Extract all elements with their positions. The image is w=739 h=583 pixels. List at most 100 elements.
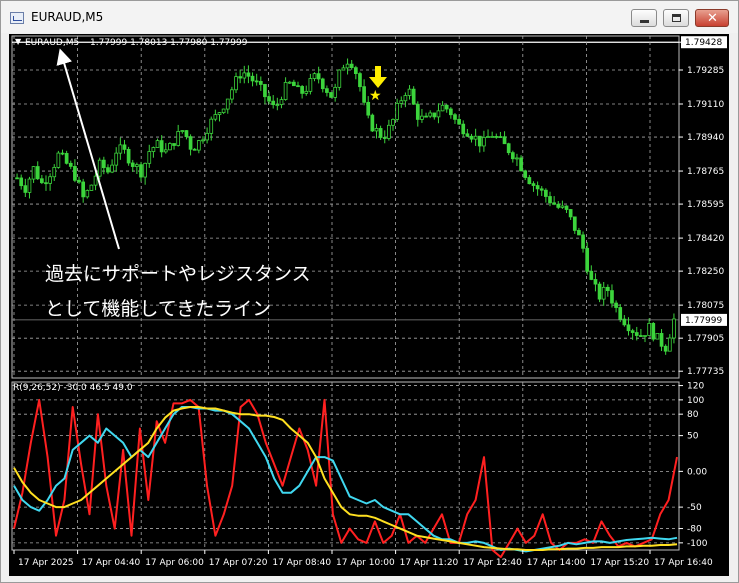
time-tick-label: 17 Apr 14:00: [527, 558, 586, 568]
candle-body: [539, 188, 544, 191]
candle-body: [77, 179, 81, 183]
candle-body: [639, 335, 643, 337]
window-title: EURAUD,M5: [31, 10, 104, 24]
candle-body: [287, 81, 292, 84]
candle-body: [225, 98, 230, 110]
candle-body: [254, 80, 259, 83]
candle-body: [374, 128, 379, 132]
candle-body: [577, 230, 581, 236]
candle-body: [407, 88, 412, 96]
candle-body: [548, 196, 552, 204]
candle-body: [535, 185, 540, 190]
candle-body: [370, 114, 375, 132]
chart-svg: 1.79428 1.79285 1.79110 1.78940 1.78765 1.785…: [11, 35, 727, 568]
maximize-button[interactable]: [663, 9, 689, 27]
resistance-price-label: 1.79428: [685, 38, 722, 48]
oscillator-pane-frame: [11, 381, 680, 551]
time-tick-label: 17 Apr 08:40: [272, 558, 331, 568]
candle-body: [391, 119, 395, 126]
candle-body: [188, 136, 193, 150]
price-tick-label: 1.77905: [687, 334, 724, 344]
annotation-text-line2: として機能してきたライン: [45, 298, 271, 320]
candle-body: [230, 89, 234, 100]
candle-body: [19, 177, 24, 187]
candle-body: [304, 90, 309, 94]
candle-body: [510, 152, 515, 160]
candle-body: [502, 136, 507, 145]
candle-body: [279, 99, 284, 106]
candle-body: [130, 162, 135, 167]
price-axis: 1.79428 1.79285 1.79110 1.78940 1.78765 1.785…: [679, 36, 727, 549]
candle-body: [35, 166, 40, 180]
candle-body: [440, 104, 445, 112]
candle-body: [143, 162, 147, 178]
candle-body: [494, 136, 499, 138]
candle-body: [601, 286, 606, 300]
price-tick-label: 1.78765: [687, 167, 724, 177]
oscillator-series-0: [13, 398, 678, 559]
candle-body: [258, 81, 263, 85]
oscillator-tick-label: 80: [687, 410, 699, 420]
candle-body: [618, 307, 623, 320]
candle-body: [68, 162, 73, 167]
candle-body: [263, 84, 267, 98]
candle-body: [444, 104, 449, 110]
close-button[interactable]: ✕: [695, 9, 729, 27]
candle-body: [23, 185, 28, 193]
candle-body: [48, 176, 52, 184]
candle-body: [399, 100, 404, 104]
candle-body: [126, 148, 131, 164]
candle-body: [663, 345, 668, 352]
candle-body: [626, 324, 631, 332]
candle-body: [424, 115, 428, 118]
candle-body: [515, 157, 519, 160]
candle-body: [238, 76, 242, 79]
candle-body: [630, 330, 635, 333]
candle-body: [453, 114, 457, 120]
candle-body: [56, 152, 61, 168]
candle-body: [97, 159, 102, 177]
candle-body: [325, 88, 329, 93]
candle-body: [250, 75, 255, 82]
time-tick-label: 17 Apr 15:20: [590, 558, 649, 568]
candle-body: [498, 136, 503, 138]
candle-body: [85, 190, 90, 198]
candle-body: [353, 67, 358, 75]
price-tick-label: 1.77735: [687, 367, 724, 377]
arrow-down-icon: [369, 66, 387, 88]
candle-body: [40, 178, 44, 184]
candle-body: [552, 202, 556, 205]
candle-body: [655, 333, 660, 340]
candle-body: [568, 209, 573, 218]
candle-body: [168, 143, 172, 151]
price-tick-label: 1.78595: [687, 200, 724, 210]
candle-body: [643, 335, 647, 337]
oscillator-tick-label: -100: [687, 539, 708, 549]
oscillator-tick-label: -80: [687, 525, 702, 535]
candle-body: [139, 164, 143, 178]
candle-body: [482, 136, 486, 147]
time-tick-label: 17 Apr 12:40: [463, 558, 522, 568]
title-bar[interactable]: EURAUD,M5 ✕: [1, 1, 738, 33]
oscillator-tick-label: 0.00: [687, 467, 707, 477]
chart-area[interactable]: 1.79428 1.79285 1.79110 1.78940 1.78765 1.785…: [9, 34, 729, 576]
candle-body: [349, 63, 354, 69]
minimize-button[interactable]: [631, 9, 657, 27]
candle-body: [465, 133, 470, 137]
price-tick-label: 1.78940: [687, 133, 724, 143]
candle-body: [147, 151, 152, 164]
collapse-arrow-icon[interactable]: ▼: [15, 37, 22, 46]
candle-body: [469, 135, 474, 140]
candle-body: [362, 86, 366, 103]
oscillator-lines: [13, 398, 678, 559]
candle-body: [341, 67, 346, 71]
candle-body: [659, 333, 664, 347]
star-marker: ★: [369, 88, 382, 104]
close-icon: ✕: [707, 11, 718, 26]
candle-body: [242, 72, 247, 79]
candle-body: [593, 279, 598, 285]
candle-body: [73, 166, 77, 181]
candle-body: [556, 203, 561, 208]
candle-body: [114, 152, 119, 166]
candle-body: [490, 136, 495, 138]
